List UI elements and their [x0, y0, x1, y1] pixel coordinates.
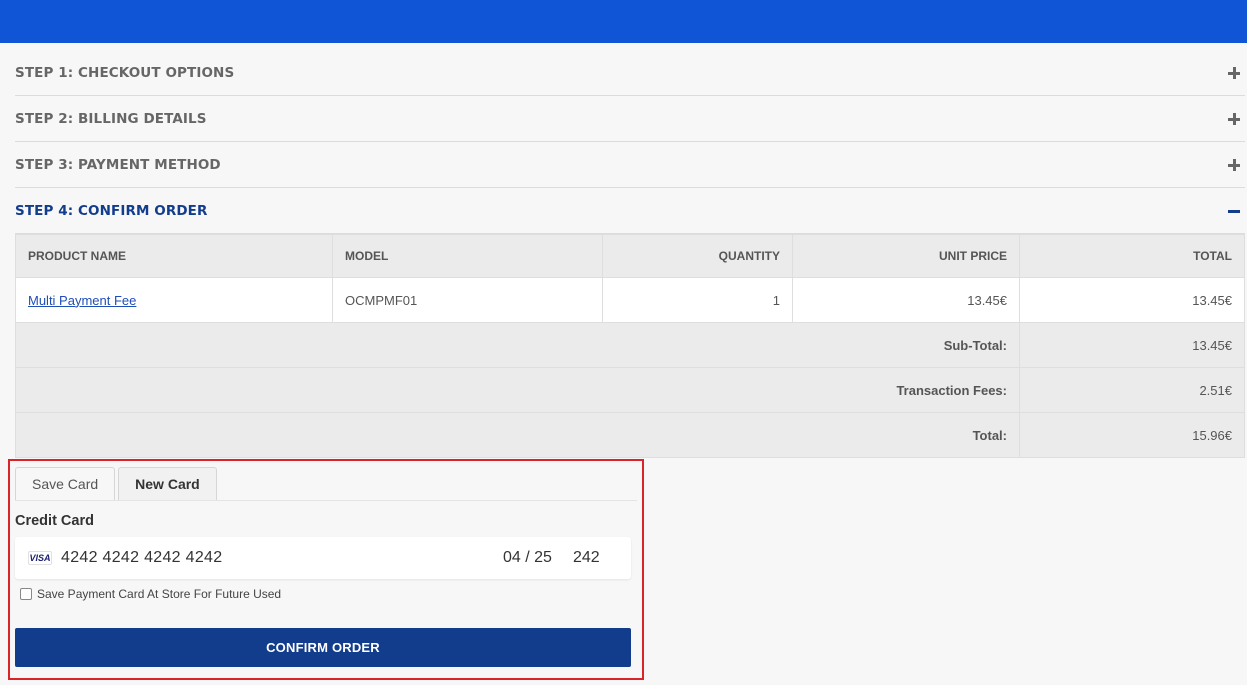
plus-icon[interactable]: [1227, 66, 1241, 80]
plus-icon[interactable]: [1227, 112, 1241, 126]
tab-save-card[interactable]: Save Card: [15, 467, 116, 500]
transaction-fees-row: Transaction Fees: 2.51€: [15, 367, 1245, 413]
checkout-steps: STEP 1: CHECKOUT OPTIONS STEP 2: BILLING…: [15, 50, 1245, 234]
step-title: STEP 1: CHECKOUT OPTIONS: [15, 64, 235, 81]
total-cell: 13.45€: [1019, 277, 1245, 323]
step-title: STEP 4: CONFIRM ORDER: [15, 202, 208, 219]
column-header: UNIT PRICE: [792, 234, 1020, 278]
table-header-row: PRODUCT NAME MODEL QUANTITY UNIT PRICE T…: [15, 234, 1245, 278]
confirm-order-button[interactable]: CONFIRM ORDER: [15, 628, 631, 667]
step-confirm-order[interactable]: STEP 4: CONFIRM ORDER: [15, 188, 1245, 234]
total-value: 15.96€: [1019, 412, 1245, 458]
save-card-label[interactable]: Save Payment Card At Store For Future Us…: [37, 587, 281, 601]
order-table: PRODUCT NAME MODEL QUANTITY UNIT PRICE T…: [15, 234, 1245, 458]
step-title: STEP 3: PAYMENT METHOD: [15, 156, 221, 173]
total-row: Total: 15.96€: [15, 412, 1245, 458]
save-card-option: Save Payment Card At Store For Future Us…: [20, 587, 281, 601]
subtotal-value: 13.45€: [1019, 322, 1245, 368]
column-header: QUANTITY: [602, 234, 793, 278]
card-expiry-input[interactable]: 04 / 25: [503, 549, 552, 567]
tab-new-card[interactable]: New Card: [118, 467, 217, 500]
column-header: TOTAL: [1019, 234, 1245, 278]
minus-icon[interactable]: [1227, 204, 1241, 218]
card-number-input[interactable]: 4242 4242 4242 4242: [61, 549, 222, 567]
total-label: Total:: [15, 412, 1020, 458]
product-link[interactable]: Multi Payment Fee: [28, 293, 136, 308]
quantity-cell: 1: [602, 277, 793, 323]
save-card-checkbox[interactable]: [20, 588, 32, 600]
payment-panel: Save Card New Card Credit Card VISA 4242…: [8, 459, 644, 680]
column-header: MODEL: [332, 234, 603, 278]
credit-card-label: Credit Card: [15, 513, 94, 529]
transaction-fees-value: 2.51€: [1019, 367, 1245, 413]
model-cell: OCMPMF01: [332, 277, 603, 323]
step-title: STEP 2: BILLING DETAILS: [15, 110, 207, 127]
step-billing-details[interactable]: STEP 2: BILLING DETAILS: [15, 96, 1245, 142]
card-tabs: Save Card New Card: [15, 467, 220, 500]
step-payment-method[interactable]: STEP 3: PAYMENT METHOD: [15, 142, 1245, 188]
tab-divider: [15, 500, 637, 501]
step-checkout-options[interactable]: STEP 1: CHECKOUT OPTIONS: [15, 50, 1245, 96]
column-header: PRODUCT NAME: [15, 234, 333, 278]
subtotal-row: Sub-Total: 13.45€: [15, 322, 1245, 368]
subtotal-label: Sub-Total:: [15, 322, 1020, 368]
table-row: Multi Payment Fee OCMPMF01 1 13.45€ 13.4…: [15, 277, 1245, 323]
plus-icon[interactable]: [1227, 158, 1241, 172]
transaction-fees-label: Transaction Fees:: [15, 367, 1020, 413]
card-input-field[interactable]: VISA 4242 4242 4242 4242 04 / 25 242: [15, 537, 631, 579]
card-cvc-input[interactable]: 242: [573, 549, 600, 567]
unit-price-cell: 13.45€: [792, 277, 1020, 323]
visa-icon: VISA: [28, 551, 52, 565]
product-cell: Multi Payment Fee: [15, 277, 333, 323]
site-header-bar: [0, 0, 1247, 43]
